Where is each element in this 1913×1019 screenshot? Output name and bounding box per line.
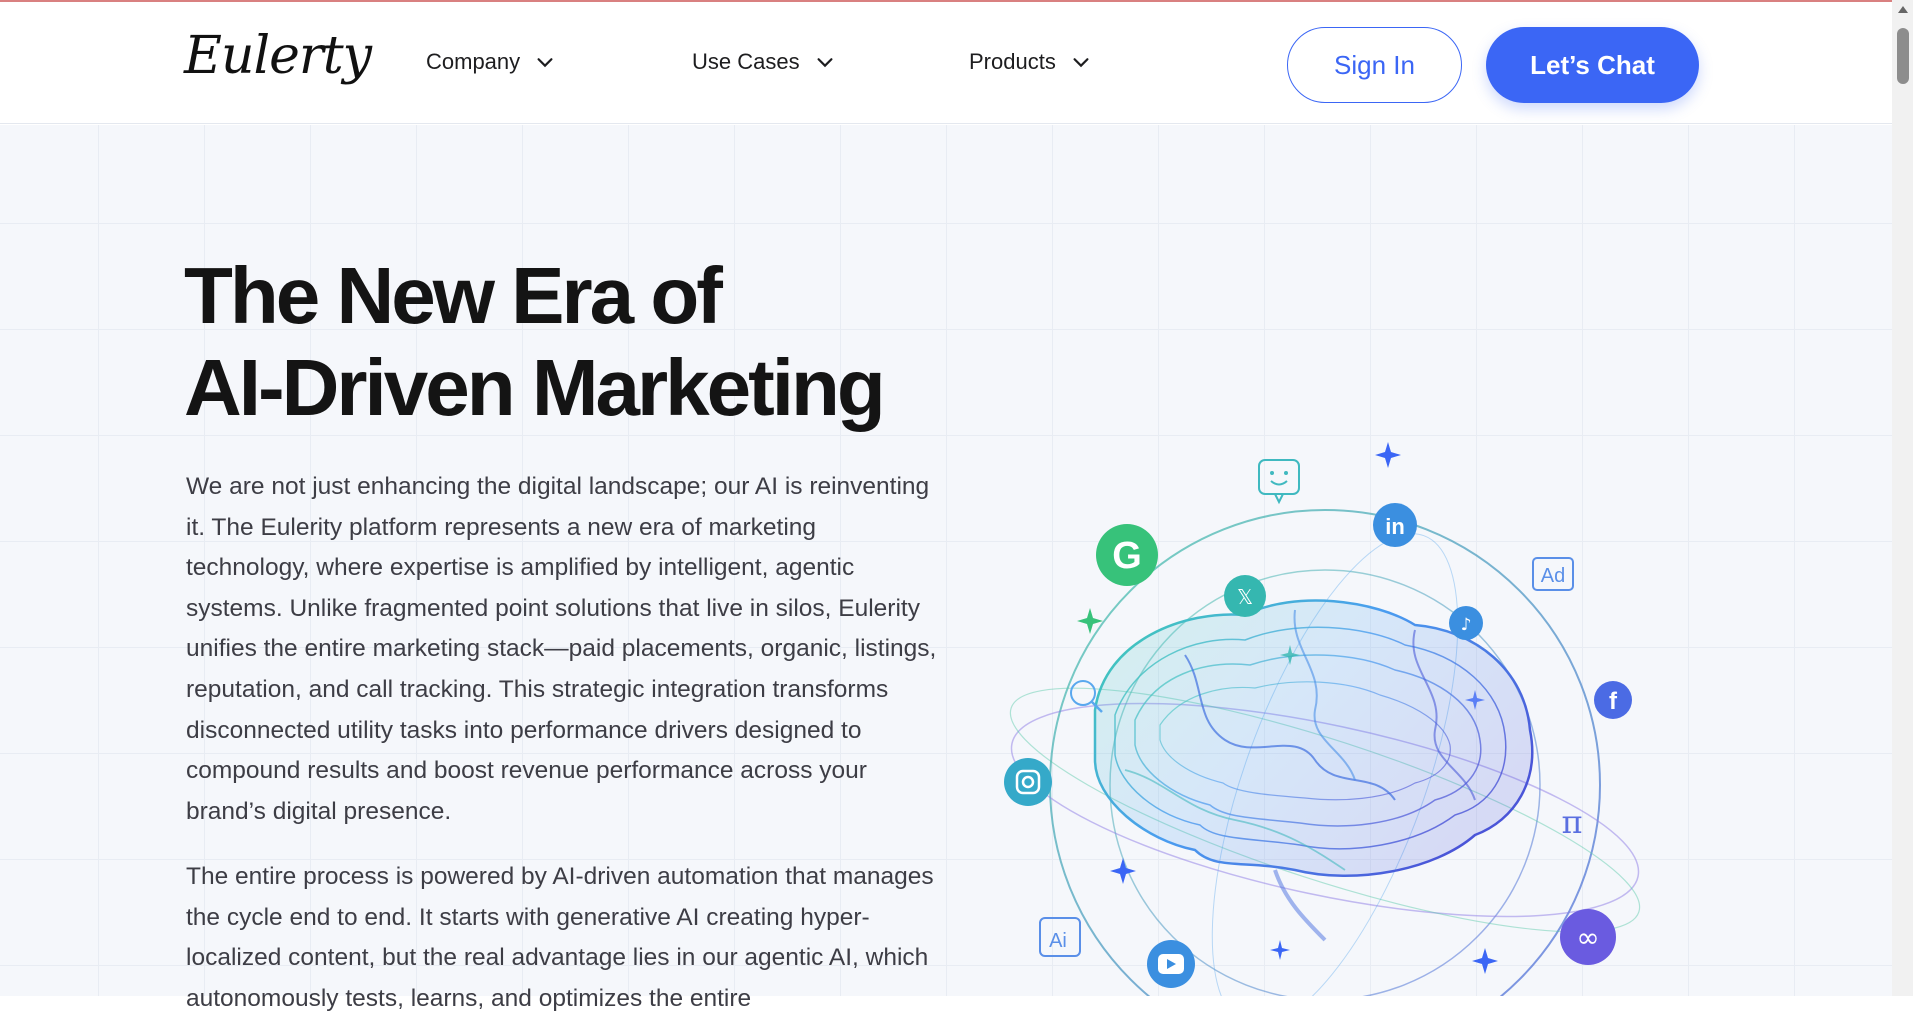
svg-text:f: f xyxy=(1609,688,1618,715)
pi-icon: π xyxy=(1561,803,1582,841)
tiktok-icon: ♪ xyxy=(1449,606,1483,640)
svg-text:G: G xyxy=(1112,535,1142,577)
brain-shape xyxy=(1093,599,1534,942)
svg-text:♪: ♪ xyxy=(1461,615,1472,635)
hero-title: The New Era of AI-Driven Marketing xyxy=(184,250,964,434)
logo[interactable]: Eulerty xyxy=(184,26,372,86)
x-icon: 𝕏 xyxy=(1224,575,1266,617)
hero-title-line-1: The New Era of xyxy=(184,251,723,340)
ai-icon: Ai xyxy=(1039,917,1081,957)
lets-chat-button[interactable]: Let’s Chat xyxy=(1486,27,1699,103)
site-header: Eulerty Company Use Cases Products Sign … xyxy=(0,2,1892,124)
instagram-icon xyxy=(1004,758,1052,806)
facebook-icon: f xyxy=(1594,681,1632,719)
ai-brain-illustration: G in 𝕏 ♪ f ∞ Ad Ai π xyxy=(1004,442,1641,996)
chat-smiley-icon xyxy=(1258,459,1300,505)
hero-paragraph-2: The entire process is powered by AI-driv… xyxy=(186,863,934,1012)
nav-company[interactable]: Company xyxy=(426,49,556,75)
svg-text:Ai: Ai xyxy=(1049,930,1067,952)
vertical-scrollbar[interactable] xyxy=(1892,0,1913,996)
scrollbar-thumb[interactable] xyxy=(1897,28,1909,84)
nav-use-cases-label: Use Cases xyxy=(692,49,800,74)
chevron-down-icon xyxy=(537,58,553,68)
sign-in-button[interactable]: Sign In xyxy=(1287,27,1462,103)
nav-use-cases[interactable]: Use Cases xyxy=(692,49,836,75)
linkedin-icon: in xyxy=(1373,503,1417,547)
nav-products-label: Products xyxy=(969,49,1056,74)
svg-text:𝕏: 𝕏 xyxy=(1237,585,1253,609)
chevron-down-icon xyxy=(817,58,833,68)
hero-paragraph-1: We are not just enhancing the digital la… xyxy=(186,473,937,825)
youtube-icon xyxy=(1147,940,1195,988)
nav-products[interactable]: Products xyxy=(969,49,1092,75)
nav-company-label: Company xyxy=(426,49,521,74)
svg-text:π: π xyxy=(1561,803,1582,841)
google-icon: G xyxy=(1096,524,1158,586)
svg-text:∞: ∞ xyxy=(1576,921,1599,954)
meta-icon: ∞ xyxy=(1560,909,1616,965)
chevron-down-icon xyxy=(1073,58,1089,68)
svg-text:in: in xyxy=(1385,514,1405,539)
hero-title-line-2: AI-Driven Marketing xyxy=(184,343,886,432)
ad-icon: Ad xyxy=(1532,557,1574,591)
svg-text:Ad: Ad xyxy=(1541,565,1565,587)
scroll-up-arrow-icon[interactable] xyxy=(1898,6,1908,13)
